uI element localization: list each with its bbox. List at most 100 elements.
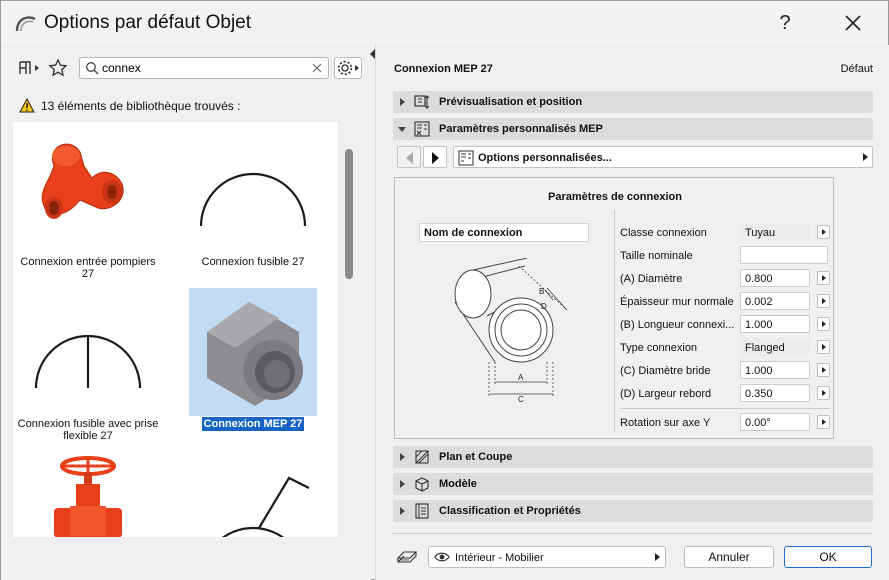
param-arrow-button[interactable] (817, 415, 830, 429)
sprinkler-connection-thumbnail (221, 476, 310, 537)
warning-icon (19, 98, 35, 113)
section-classification[interactable]: Classification et Propriétés (393, 500, 873, 522)
settings-pane: Connexion MEP 27 Défaut Prévisualisation… (376, 45, 889, 580)
library-item[interactable] (24, 452, 152, 537)
fuse-flexible-connection-thumbnail (34, 334, 142, 389)
collapse-arrow-icon (398, 127, 406, 132)
library-item[interactable]: Connexion entrée pompiers 27 (20, 126, 156, 280)
window-title: Options par défaut Objet (44, 12, 252, 33)
param-row: Taille nominale (620, 245, 835, 265)
fuse-connection-thumbnail (199, 172, 307, 227)
grid-scrollbar-thumb[interactable] (345, 149, 353, 279)
library-folder-menu-icon[interactable] (18, 58, 42, 78)
dropdown-arrow-icon (863, 153, 868, 161)
library-item-selected[interactable]: Connexion MEP 27 (189, 288, 317, 438)
param-row: (C) Diamètre bride 1.000 (620, 360, 835, 380)
favorites-star-icon[interactable] (48, 58, 68, 78)
param-value[interactable]: Tuyau (740, 223, 810, 241)
param-value[interactable]: Flanged (740, 338, 810, 356)
arrow-right-icon (432, 152, 439, 164)
mep-params-icon (414, 121, 430, 137)
param-row: (A) Diamètre 0.800 (620, 268, 835, 288)
param-value[interactable]: 1.000 (740, 315, 810, 333)
layer-icon (396, 551, 418, 563)
param-value[interactable]: 0.800 (740, 269, 810, 287)
section-label: Modèle (439, 478, 477, 490)
section-plan-section[interactable]: Plan et Coupe (393, 446, 873, 468)
param-arrow-button[interactable] (817, 340, 830, 354)
param-arrow-button[interactable] (817, 386, 830, 400)
param-arrow-button[interactable] (817, 294, 830, 308)
options-dropdown[interactable]: Options personnalisées... (453, 146, 873, 168)
param-value[interactable]: 0.00° (740, 413, 810, 431)
help-button[interactable]: ? (773, 9, 797, 37)
section-preview-position[interactable]: Prévisualisation et position (393, 91, 873, 113)
section-label: Prévisualisation et position (439, 96, 583, 108)
expand-arrow-icon (400, 98, 405, 106)
grid-scrollbar[interactable] (342, 122, 356, 537)
search-input[interactable] (102, 60, 302, 76)
param-row: (B) Longueur connexi... 1.000 (620, 314, 835, 334)
library-items-grid: Connexion entrée pompiers 27 Connexion f… (13, 122, 338, 537)
preview-icon (414, 95, 430, 109)
results-count-text: 13 éléments de bibliothèque trouvés : (41, 99, 241, 113)
section-label: Plan et Coupe (439, 451, 513, 463)
connection-diagram: B D A C (454, 258, 568, 404)
expand-arrow-icon (400, 453, 405, 461)
eye-icon (434, 552, 450, 562)
param-row: Épaisseur mur normale 0.002 (620, 291, 835, 311)
library-item[interactable]: Connexion fusible 27 (189, 126, 317, 276)
clear-search-icon[interactable] (312, 63, 322, 73)
library-item-label: Connexion MEP 27 (201, 417, 305, 431)
label-c: C (518, 395, 524, 404)
library-item[interactable] (189, 452, 317, 537)
param-arrow-button[interactable] (817, 317, 830, 331)
library-item[interactable]: Connexion fusible avec prise flexible 27 (18, 288, 158, 442)
library-item-label: Connexion entrée pompiers 27 (20, 256, 156, 280)
param-arrow-button[interactable] (817, 271, 830, 285)
dialog-window: Options par défaut Objet ? connex 13 élé… (0, 0, 889, 580)
params-divider (614, 210, 615, 432)
custom-options-icon (458, 150, 474, 166)
valve-connection-thumbnail (54, 456, 122, 537)
close-icon[interactable] (839, 9, 867, 37)
label-b: B (539, 287, 544, 296)
param-row: (D) Largeur rebord 0.350 (620, 383, 835, 403)
param-value[interactable] (740, 246, 828, 264)
title-bar: Options par défaut Objet ? (1, 1, 888, 45)
object-name: Connexion MEP 27 (394, 63, 493, 75)
layer-dropdown-value: Intérieur - Mobilier (455, 552, 544, 564)
section-label: Classification et Propriétés (439, 505, 581, 517)
footer-divider (393, 533, 873, 534)
param-arrow-button[interactable] (817, 225, 830, 239)
library-item-label: Connexion fusible 27 (201, 256, 305, 268)
fire-connection-thumbnail (41, 143, 124, 219)
section-model[interactable]: Modèle (393, 473, 873, 495)
params-title: Paramètres de connexion (548, 191, 682, 203)
options-dropdown-value: Options personnalisées... (478, 152, 612, 164)
search-box (79, 57, 329, 79)
section-label: Paramètres personnalisés MEP (439, 123, 603, 135)
params-separator (620, 408, 830, 409)
section-mep-params[interactable]: Paramètres personnalisés MEP (393, 118, 873, 140)
next-page-button[interactable] (423, 146, 447, 168)
model-icon (415, 477, 429, 492)
param-value[interactable]: 1.000 (740, 361, 810, 379)
cancel-button[interactable]: Annuler (684, 546, 774, 568)
params-navigation: Options personnalisées... (393, 146, 873, 168)
connection-params-panel: Paramètres de connexion Nom de connexion… (394, 177, 834, 439)
default-label: Défaut (840, 63, 873, 75)
settings-gear-icon[interactable] (334, 57, 362, 79)
label-d: D (541, 302, 547, 311)
param-value[interactable]: 0.002 (740, 292, 810, 310)
classification-icon (415, 503, 429, 519)
ok-button[interactable]: OK (784, 546, 872, 568)
param-arrow-button[interactable] (817, 363, 830, 377)
connection-name-field[interactable]: Nom de connexion (419, 223, 589, 242)
archicad-logo-icon (15, 16, 36, 32)
mep-connection-thumbnail (189, 288, 317, 416)
param-row: Type connexion Flanged (620, 337, 835, 357)
param-value[interactable]: 0.350 (740, 384, 810, 402)
previous-page-button[interactable] (397, 146, 421, 168)
layer-dropdown[interactable]: Intérieur - Mobilier (428, 546, 666, 568)
